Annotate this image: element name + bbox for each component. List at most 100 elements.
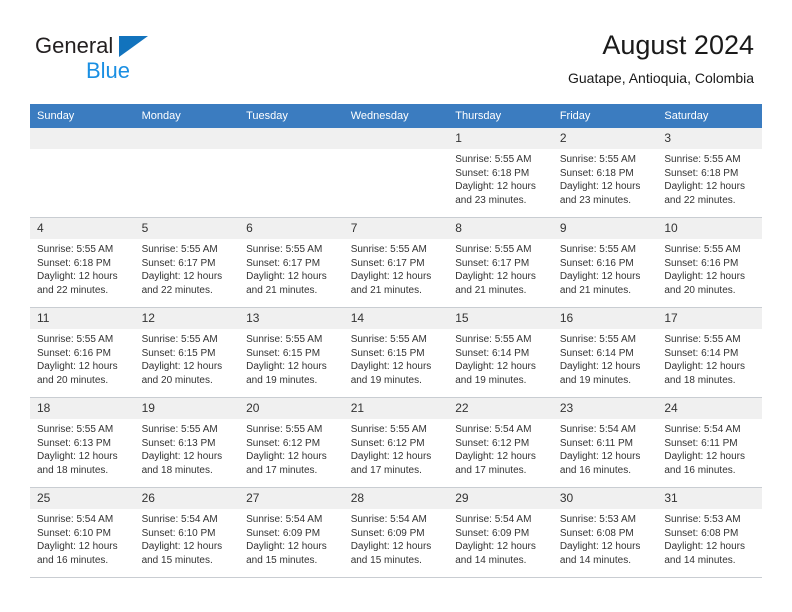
day-cell[interactable]: 25 Sunrise: 5:54 AM Sunset: 6:10 PM Dayligh… <box>30 488 135 578</box>
day-cell-inner: 18 Sunrise: 5:55 AM Sunset: 6:13 PM Dayligh… <box>30 398 135 488</box>
sun-info-line: Daylight: 12 hours <box>350 361 432 372</box>
day-cell[interactable]: 1 Sunrise: 5:55 AM Sunset: 6:18 PM Daylight… <box>448 128 553 218</box>
sun-info-line: Sunrise: 5:55 AM <box>37 424 114 435</box>
day-cell[interactable]: 29 Sunrise: 5:54 AM Sunset: 6:09 PM Dayligh… <box>448 488 553 578</box>
day-sun-info: Sunrise: 5:54 AM Sunset: 6:10 PM Daylight:… <box>135 509 240 567</box>
brand-logo[interactable]: General Blue <box>35 33 275 85</box>
day-cell-inner: 13 Sunrise: 5:55 AM Sunset: 6:15 PM Dayligh… <box>239 308 344 398</box>
day-number: 12 <box>134 308 240 329</box>
sun-info-line: Daylight: 12 hours <box>141 541 223 552</box>
sun-info-line: Sunset: 6:16 PM <box>559 257 634 269</box>
day-cell[interactable]: 14 Sunrise: 5:55 AM Sunset: 6:15 PM Dayligh… <box>343 308 449 398</box>
sun-info-line: Daylight: 12 hours <box>664 271 745 282</box>
day-cell[interactable]: 13 Sunrise: 5:55 AM Sunset: 6:15 PM Dayligh… <box>239 308 344 398</box>
sun-info-line: Sunrise: 5:55 AM <box>664 154 741 165</box>
sun-info-line: Sunset: 6:17 PM <box>246 257 321 269</box>
day-cell[interactable]: 17 Sunrise: 5:55 AM Sunset: 6:14 PM Dayligh… <box>657 308 762 398</box>
sun-info-line: Sunset: 6:16 PM <box>664 257 739 269</box>
sun-info-line: and 21 minutes. <box>559 284 631 296</box>
day-number: 4 <box>30 218 135 239</box>
day-cell[interactable]: 28 Sunrise: 5:54 AM Sunset: 6:09 PM Dayligh… <box>343 488 449 578</box>
sun-info-line: Sunset: 6:09 PM <box>350 527 425 539</box>
day-cell[interactable]: 27 Sunrise: 5:54 AM Sunset: 6:09 PM Dayligh… <box>239 488 344 578</box>
sun-info-line: Sunset: 6:18 PM <box>37 257 111 269</box>
weekday-header-sunday: Sunday <box>30 104 135 128</box>
day-cell[interactable]: 18 Sunrise: 5:55 AM Sunset: 6:13 PM Dayligh… <box>30 398 135 488</box>
day-cell-inner <box>239 128 344 218</box>
day-cell-inner: 7 Sunrise: 5:55 AM Sunset: 6:17 PM Daylight… <box>343 218 449 308</box>
day-cell[interactable]: 15 Sunrise: 5:55 AM Sunset: 6:14 PM Dayligh… <box>448 308 553 398</box>
day-cell[interactable]: 30 Sunrise: 5:53 AM Sunset: 6:08 PM Dayligh… <box>552 488 658 578</box>
sun-info-line: Sunrise: 5:53 AM <box>559 514 636 525</box>
sun-info-line: Sunrise: 5:54 AM <box>350 514 427 525</box>
page-header: General Blue August 2024 Guatape, Antioq… <box>0 0 792 103</box>
day-cell-inner: 9 Sunrise: 5:55 AM Sunset: 6:16 PM Daylight… <box>552 218 658 308</box>
day-cell-blank <box>239 128 344 218</box>
sun-info-line: Sunrise: 5:55 AM <box>350 244 427 255</box>
sun-info-line: and 20 minutes. <box>664 284 736 296</box>
day-cell[interactable]: 24 Sunrise: 5:54 AM Sunset: 6:11 PM Dayligh… <box>657 398 762 488</box>
day-number: 7 <box>343 218 449 239</box>
sun-info-line: Sunset: 6:10 PM <box>37 527 111 539</box>
sun-info-line: and 20 minutes. <box>37 374 109 386</box>
day-number: 3 <box>657 128 762 149</box>
day-cell[interactable]: 23 Sunrise: 5:54 AM Sunset: 6:11 PM Dayligh… <box>552 398 658 488</box>
day-cell[interactable]: 11 Sunrise: 5:55 AM Sunset: 6:16 PM Dayligh… <box>30 308 135 398</box>
sun-info-line: and 18 minutes. <box>37 464 109 476</box>
sun-info-line: and 15 minutes. <box>141 554 213 566</box>
day-number <box>343 128 449 149</box>
day-cell[interactable]: 6 Sunrise: 5:55 AM Sunset: 6:17 PM Daylight… <box>239 218 344 308</box>
sun-info-line: and 21 minutes. <box>246 284 318 296</box>
day-number: 19 <box>134 398 240 419</box>
day-cell-inner: 2 Sunrise: 5:55 AM Sunset: 6:18 PM Daylight… <box>552 128 658 218</box>
day-sun-info: Sunrise: 5:55 AM Sunset: 6:17 PM Daylight:… <box>135 239 240 297</box>
sun-info-line: Daylight: 12 hours <box>455 451 536 462</box>
sun-info-line: and 17 minutes. <box>455 464 527 476</box>
day-cell[interactable]: 2 Sunrise: 5:55 AM Sunset: 6:18 PM Daylight… <box>552 128 658 218</box>
day-cell[interactable]: 19 Sunrise: 5:55 AM Sunset: 6:13 PM Dayligh… <box>134 398 240 488</box>
day-cell[interactable]: 3 Sunrise: 5:55 AM Sunset: 6:18 PM Daylight… <box>657 128 762 218</box>
sun-info-line: and 16 minutes. <box>664 464 736 476</box>
day-cell[interactable]: 22 Sunrise: 5:54 AM Sunset: 6:12 PM Dayligh… <box>448 398 553 488</box>
day-number: 20 <box>239 398 344 419</box>
sun-info-line: Sunset: 6:17 PM <box>455 257 530 269</box>
day-cell[interactable]: 4 Sunrise: 5:55 AM Sunset: 6:18 PM Daylight… <box>30 218 135 308</box>
day-number: 26 <box>134 488 240 509</box>
sun-info-line: Sunset: 6:12 PM <box>350 437 425 449</box>
sun-info-line: and 14 minutes. <box>455 554 527 566</box>
day-cell[interactable]: 8 Sunrise: 5:55 AM Sunset: 6:17 PM Daylight… <box>448 218 553 308</box>
day-cell[interactable]: 5 Sunrise: 5:55 AM Sunset: 6:17 PM Daylight… <box>134 218 240 308</box>
sun-info-line: Daylight: 12 hours <box>246 541 327 552</box>
day-sun-info: Sunrise: 5:55 AM Sunset: 6:18 PM Daylight:… <box>448 149 553 207</box>
day-number: 18 <box>30 398 135 419</box>
day-cell-inner: 3 Sunrise: 5:55 AM Sunset: 6:18 PM Daylight… <box>657 128 762 218</box>
day-sun-info: Sunrise: 5:53 AM Sunset: 6:08 PM Daylight:… <box>657 509 762 567</box>
sun-info-line: Sunrise: 5:55 AM <box>350 424 427 435</box>
sun-info-line: Sunrise: 5:54 AM <box>559 424 636 435</box>
day-sun-info: Sunrise: 5:55 AM Sunset: 6:12 PM Daylight:… <box>239 419 344 477</box>
day-cell[interactable]: 9 Sunrise: 5:55 AM Sunset: 6:16 PM Daylight… <box>552 218 658 308</box>
day-sun-info: Sunrise: 5:55 AM Sunset: 6:13 PM Daylight:… <box>30 419 135 477</box>
day-cell[interactable]: 10 Sunrise: 5:55 AM Sunset: 6:16 PM Dayligh… <box>657 218 762 308</box>
day-sun-info: Sunrise: 5:55 AM Sunset: 6:17 PM Daylight:… <box>239 239 344 297</box>
day-cell[interactable]: 20 Sunrise: 5:55 AM Sunset: 6:12 PM Dayligh… <box>239 398 344 488</box>
day-cell[interactable]: 31 Sunrise: 5:53 AM Sunset: 6:08 PM Dayligh… <box>657 488 762 578</box>
sun-info-line: Sunrise: 5:55 AM <box>37 244 114 255</box>
sun-info-line: Sunrise: 5:55 AM <box>141 424 218 435</box>
sun-info-line: Sunset: 6:14 PM <box>559 347 634 359</box>
day-cell[interactable]: 26 Sunrise: 5:54 AM Sunset: 6:10 PM Dayligh… <box>134 488 240 578</box>
sun-info-line: and 14 minutes. <box>559 554 631 566</box>
sun-info-line: Daylight: 12 hours <box>559 451 641 462</box>
title-block: August 2024 Guatape, Antioquia, Colombia <box>568 28 754 88</box>
sun-info-line: Sunset: 6:09 PM <box>455 527 530 539</box>
sun-info-line: Sunset: 6:16 PM <box>37 347 111 359</box>
day-cell-inner: 5 Sunrise: 5:55 AM Sunset: 6:17 PM Daylight… <box>134 218 240 308</box>
calendar-week-row: 11 Sunrise: 5:55 AM Sunset: 6:16 PM Dayligh… <box>30 308 762 398</box>
day-cell[interactable]: 12 Sunrise: 5:55 AM Sunset: 6:15 PM Dayligh… <box>134 308 240 398</box>
sun-info-line: Sunrise: 5:53 AM <box>664 514 741 525</box>
day-cell[interactable]: 7 Sunrise: 5:55 AM Sunset: 6:17 PM Daylight… <box>343 218 449 308</box>
day-number <box>239 128 344 149</box>
day-cell[interactable]: 16 Sunrise: 5:55 AM Sunset: 6:14 PM Dayligh… <box>552 308 658 398</box>
day-number: 15 <box>448 308 553 329</box>
day-cell[interactable]: 21 Sunrise: 5:55 AM Sunset: 6:12 PM Dayligh… <box>343 398 449 488</box>
